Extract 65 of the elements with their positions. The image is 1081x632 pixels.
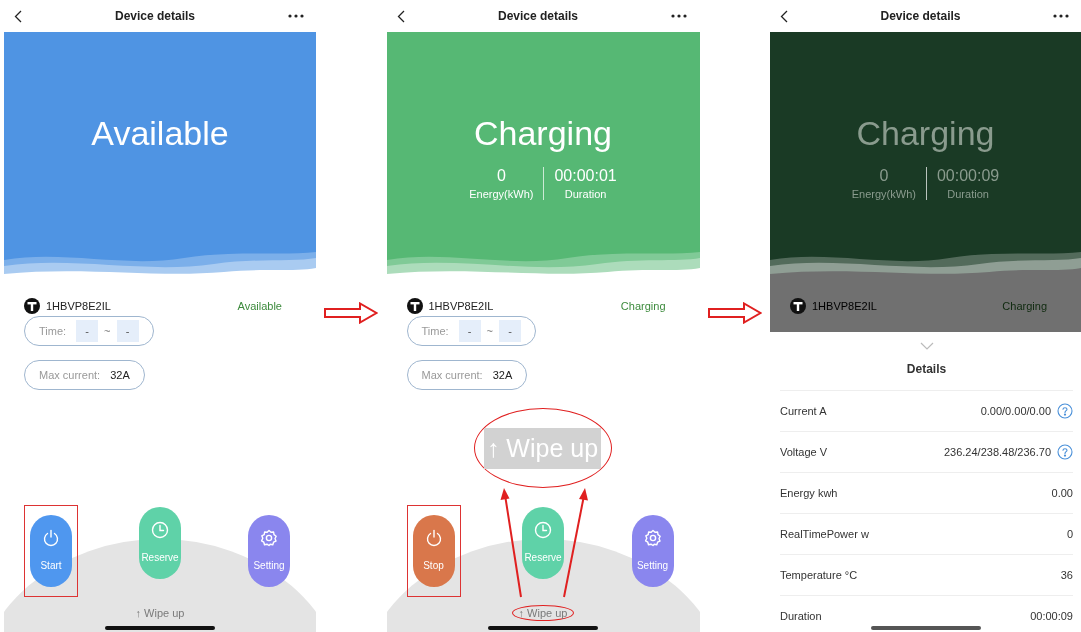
status-title: Available — [91, 114, 229, 153]
max-current-value: 32A — [492, 369, 513, 381]
device-status: Available — [237, 300, 282, 312]
more-icon[interactable] — [671, 14, 688, 18]
sheet-title: Details — [906, 362, 947, 376]
status-title: Charging — [474, 114, 612, 153]
power-icon — [42, 529, 60, 547]
time-separator: ~ — [486, 325, 494, 337]
detail-value: 0.00 — [1051, 487, 1073, 499]
page-title: Device details — [497, 9, 578, 23]
page-title: Device details — [114, 9, 195, 23]
stat-label: Energy(kWh) — [851, 188, 916, 200]
detail-label: Voltage V — [780, 446, 828, 458]
device-id: 1HBVP8E2IL — [428, 300, 494, 312]
back-icon[interactable] — [780, 9, 788, 23]
stat-label: Duration — [947, 188, 989, 200]
logo-icon — [406, 298, 423, 314]
device-id: 1HBVP8E2IL — [46, 300, 111, 312]
gear-icon — [260, 529, 278, 547]
max-current-value: 32A — [110, 369, 130, 381]
detail-label: Temperature °C — [780, 569, 858, 581]
detail-label: Duration — [780, 610, 822, 622]
logo-icon — [24, 298, 40, 314]
more-icon[interactable] — [1053, 14, 1069, 18]
detail-value: 0.00/0.00/0.00 — [980, 405, 1051, 417]
detail-value: 00:00:09 — [1030, 610, 1073, 622]
help-icon[interactable] — [1057, 403, 1073, 419]
max-current-label: Max current: — [421, 369, 483, 381]
max-current-label: Max current: — [39, 369, 101, 381]
time-label: Time: — [421, 325, 449, 337]
help-icon[interactable] — [1057, 444, 1073, 460]
swipe-hint[interactable]: ↑ Wipe up — [128, 605, 192, 621]
stat-label: Duration — [564, 188, 607, 200]
stat-label: Energy(kWh) — [469, 188, 534, 200]
stat-value: 0 — [879, 167, 889, 185]
clock-icon — [151, 521, 169, 539]
device-status: Charging — [620, 300, 666, 312]
device-id: 1HBVP8E2IL — [812, 300, 877, 312]
start-time-field[interactable]: - — [458, 320, 481, 342]
back-icon[interactable] — [14, 9, 22, 23]
page-title: Device details — [880, 9, 961, 23]
right-arrow-icon — [324, 302, 379, 324]
gear-icon — [643, 529, 662, 547]
power-icon — [424, 529, 443, 547]
right-arrow-icon — [707, 302, 762, 324]
time-separator: ~ — [104, 325, 111, 337]
clock-icon — [534, 521, 552, 539]
detail-label: RealTimePower w — [780, 528, 869, 540]
logo-icon — [790, 298, 806, 314]
status-title: Charging — [856, 114, 995, 153]
stat-value: 00:00:09 — [936, 167, 1000, 185]
detail-value: 0 — [1066, 528, 1073, 540]
detail-value: 36 — [1060, 569, 1073, 581]
back-icon[interactable] — [396, 9, 405, 23]
device-status: Charging — [1002, 300, 1047, 312]
end-time-field[interactable]: - — [116, 320, 139, 342]
time-label: Time: — [39, 325, 67, 337]
detail-label: Current A — [780, 405, 827, 417]
detail-label: Energy kwh — [780, 487, 838, 499]
stat-value: 00:00:01 — [554, 167, 617, 185]
end-time-field[interactable]: - — [499, 320, 522, 342]
more-icon[interactable] — [288, 14, 304, 18]
stat-value: 0 — [496, 167, 506, 185]
start-time-field[interactable]: - — [76, 320, 99, 342]
detail-value: 236.24/238.48/236.70 — [943, 446, 1051, 458]
